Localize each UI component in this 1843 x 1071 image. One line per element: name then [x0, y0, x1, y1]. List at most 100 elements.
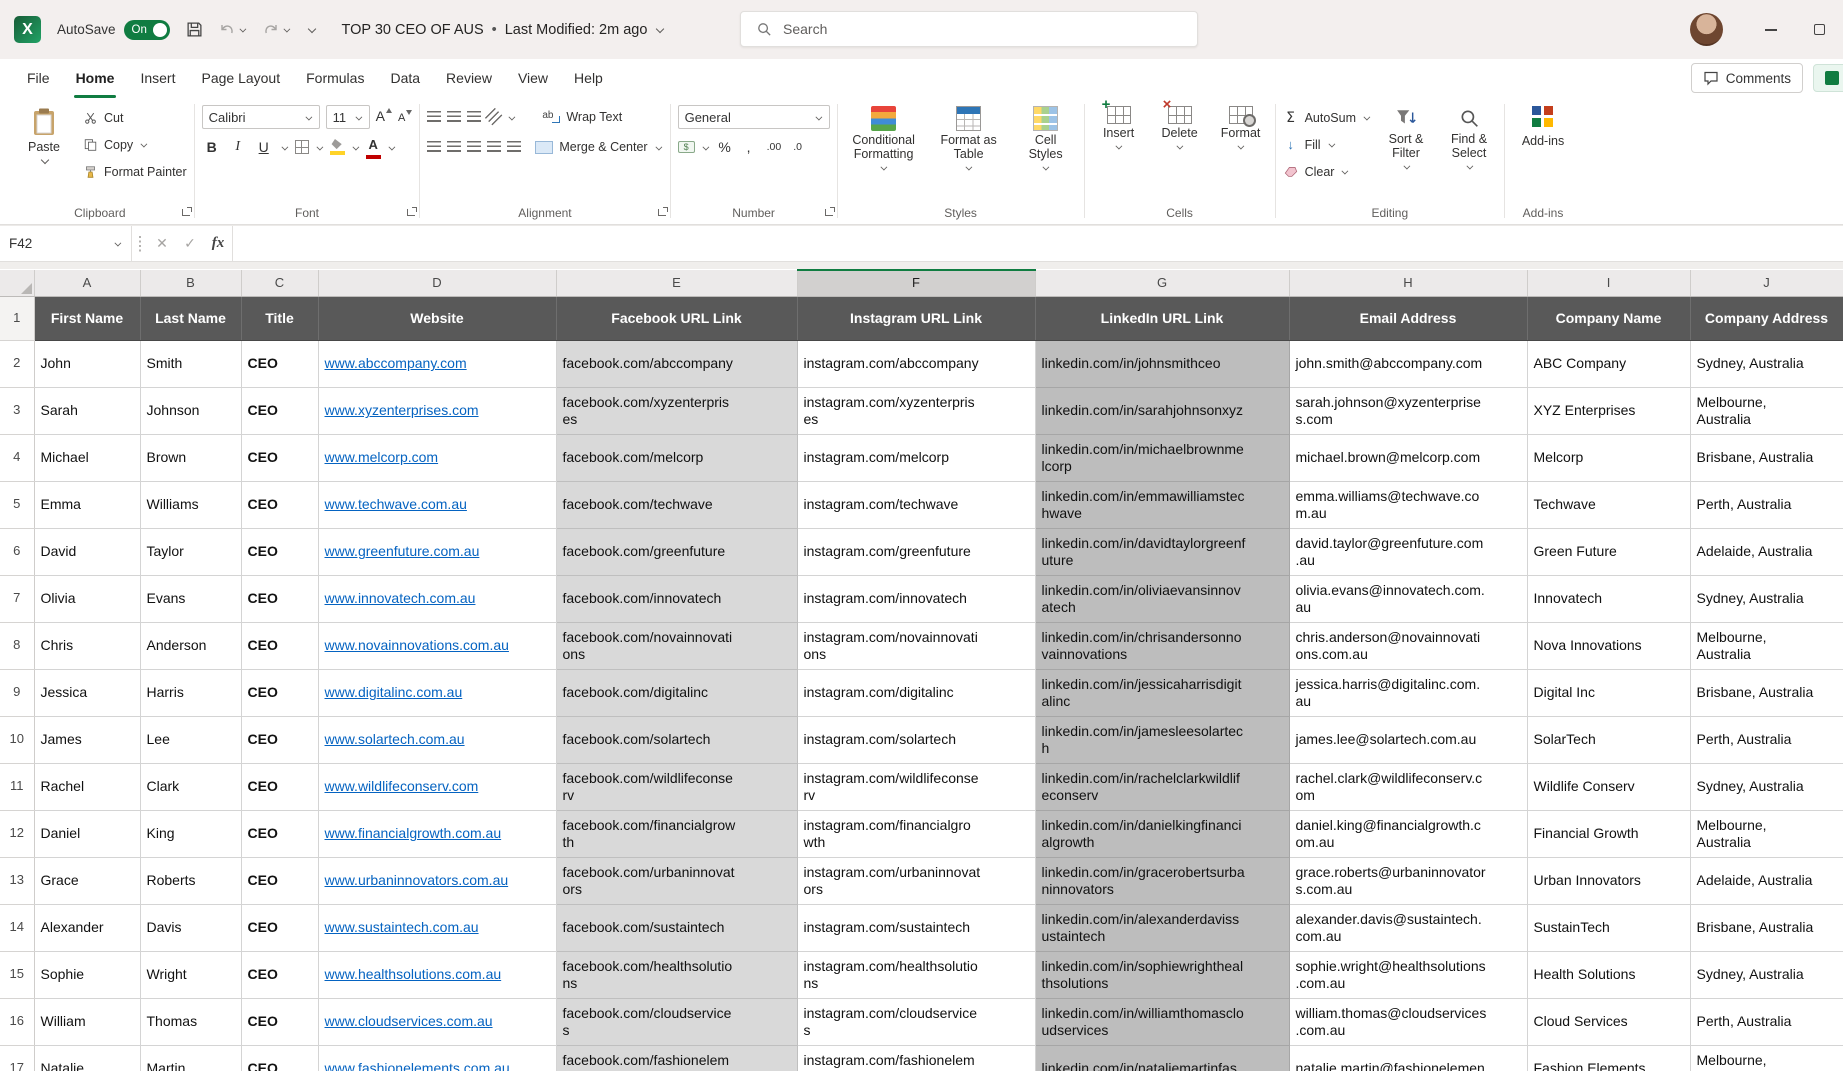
data-cell[interactable]: Adelaide, Australia: [1690, 857, 1843, 905]
clear-button[interactable]: Clear: [1283, 159, 1371, 184]
minimize-button[interactable]: [1747, 0, 1795, 59]
find-select-dropdown[interactable]: [1465, 163, 1472, 170]
font-family-select[interactable]: Calibri: [201, 105, 320, 129]
alignment-dialog-launcher[interactable]: [657, 206, 669, 218]
data-cell[interactable]: Sophie: [34, 951, 141, 999]
row-number[interactable]: 13: [0, 857, 35, 905]
data-cell[interactable]: facebook.com/cloudservices: [556, 998, 798, 1046]
data-cell[interactable]: Emma: [34, 481, 141, 529]
row-number[interactable]: 5: [0, 481, 35, 529]
data-cell[interactable]: CEO: [241, 998, 319, 1046]
row-number[interactable]: 10: [0, 716, 35, 764]
column-header-f[interactable]: F: [797, 269, 1036, 297]
data-cell[interactable]: CEO: [241, 857, 319, 905]
header-cell[interactable]: First Name: [34, 296, 141, 341]
data-cell[interactable]: Cloud Services: [1527, 998, 1691, 1046]
data-cell[interactable]: olivia.evans@innovatech.com.au: [1289, 575, 1528, 623]
wrap-text-button[interactable]: Wrap Text: [542, 105, 622, 130]
align-left-icon[interactable]: [427, 141, 442, 153]
avatar[interactable]: [1690, 13, 1723, 46]
data-cell[interactable]: facebook.com/fashionelement: [556, 1045, 798, 1071]
data-cell[interactable]: ABC Company: [1527, 340, 1691, 388]
data-cell[interactable]: daniel.king@financialgrowth.com.au: [1289, 810, 1528, 858]
data-cell[interactable]: Techwave: [1527, 481, 1691, 529]
data-cell[interactable]: CEO: [241, 575, 319, 623]
column-header-b[interactable]: B: [140, 270, 242, 297]
conditional-formatting-dropdown[interactable]: [880, 164, 887, 171]
column-header-c[interactable]: C: [241, 270, 319, 297]
undo-dropdown[interactable]: [238, 26, 245, 33]
data-cell[interactable]: facebook.com/novainnovations: [556, 622, 798, 670]
data-cell[interactable]: John: [34, 340, 141, 388]
align-center-icon[interactable]: [447, 141, 462, 153]
data-cell[interactable]: facebook.com/digitalinc: [556, 669, 798, 717]
data-cell[interactable]: CEO: [241, 481, 319, 529]
merge-center-dropdown[interactable]: [654, 143, 661, 150]
data-cell[interactable]: Adelaide, Australia: [1690, 528, 1843, 576]
data-cell[interactable]: Brown: [140, 434, 242, 482]
data-cell[interactable]: facebook.com/greenfuture: [556, 528, 798, 576]
data-cell[interactable]: Innovatech: [1527, 575, 1691, 623]
sort-filter-button[interactable]: Sort & Filter: [1378, 103, 1434, 171]
quick-access-more[interactable]: [307, 25, 316, 34]
cancel-entry-button[interactable]: ✕: [148, 226, 176, 261]
data-cell[interactable]: Melbourne, Australia: [1690, 387, 1843, 435]
data-cell[interactable]: Health Solutions: [1527, 951, 1691, 999]
redo-dropdown[interactable]: [282, 26, 289, 33]
row-number[interactable]: 1: [0, 296, 35, 341]
borders-dropdown[interactable]: [316, 143, 323, 150]
data-cell[interactable]: CEO: [241, 528, 319, 576]
underline-button[interactable]: U: [254, 136, 274, 158]
website-link-cell[interactable]: www.fashionelements.com.au: [318, 1045, 557, 1071]
insert-dropdown[interactable]: [1115, 143, 1122, 150]
data-cell[interactable]: Urban Innovators: [1527, 857, 1691, 905]
data-cell[interactable]: Jessica: [34, 669, 141, 717]
name-box[interactable]: F42: [0, 226, 132, 261]
data-cell[interactable]: linkedin.com/in/sophiewrighthealthsoluti…: [1035, 951, 1290, 999]
website-link-cell[interactable]: www.urbaninnovators.com.au: [318, 857, 557, 905]
data-cell[interactable]: facebook.com/melcorp: [556, 434, 798, 482]
comments-button[interactable]: Comments: [1690, 63, 1803, 93]
column-header-g[interactable]: G: [1035, 270, 1290, 297]
row-number[interactable]: 6: [0, 528, 35, 576]
data-cell[interactable]: Green Future: [1527, 528, 1691, 576]
bottom-align-icon[interactable]: [467, 111, 482, 123]
data-cell[interactable]: Daniel: [34, 810, 141, 858]
font-size-select[interactable]: 11: [325, 105, 370, 129]
autosum-button[interactable]: AutoSum: [1283, 105, 1371, 130]
data-cell[interactable]: CEO: [241, 763, 319, 811]
tab-home[interactable]: Home: [63, 59, 128, 98]
data-cell[interactable]: Melbourne, Australia: [1690, 810, 1843, 858]
data-cell[interactable]: linkedin.com/in/jamesleesolartech: [1035, 716, 1290, 764]
website-link-cell[interactable]: www.financialgrowth.com.au: [318, 810, 557, 858]
header-cell[interactable]: Facebook URL Link: [556, 296, 798, 341]
row-number[interactable]: 2: [0, 340, 35, 388]
document-title[interactable]: TOP 30 CEO OF AUS • Last Modified: 2m ag…: [342, 22, 665, 38]
header-cell[interactable]: Website: [318, 296, 557, 341]
data-cell[interactable]: Sydney, Australia: [1690, 951, 1843, 999]
data-cell[interactable]: instagram.com/abccompany: [797, 340, 1036, 388]
paste-button[interactable]: Paste: [13, 103, 75, 165]
data-cell[interactable]: Wright: [140, 951, 242, 999]
format-dropdown[interactable]: [1237, 143, 1244, 150]
data-cell[interactable]: Clark: [140, 763, 242, 811]
copy-dropdown[interactable]: [140, 141, 147, 148]
row-number[interactable]: 11: [0, 763, 35, 811]
data-cell[interactable]: Taylor: [140, 528, 242, 576]
data-cell[interactable]: Sarah: [34, 387, 141, 435]
data-cell[interactable]: linkedin.com/in/sarahjohnsonxyz: [1035, 387, 1290, 435]
search-box[interactable]: Search: [740, 11, 1198, 47]
autosum-dropdown[interactable]: [1363, 114, 1370, 121]
merge-center-button[interactable]: Merge & Center: [535, 135, 662, 160]
data-cell[interactable]: james.lee@solartech.com.au: [1289, 716, 1528, 764]
data-cell[interactable]: linkedin.com/in/nataliemartinfas: [1035, 1045, 1290, 1071]
format-as-table-dropdown[interactable]: [965, 164, 972, 171]
data-cell[interactable]: rachel.clark@wildlifeconserv.com: [1289, 763, 1528, 811]
data-cell[interactable]: David: [34, 528, 141, 576]
data-cell[interactable]: instagram.com/solartech: [797, 716, 1036, 764]
header-cell[interactable]: LinkedIn URL Link: [1035, 296, 1290, 341]
data-cell[interactable]: Thomas: [140, 998, 242, 1046]
data-cell[interactable]: facebook.com/wildlifeconserv: [556, 763, 798, 811]
align-right-icon[interactable]: [467, 141, 482, 153]
data-cell[interactable]: Grace: [34, 857, 141, 905]
